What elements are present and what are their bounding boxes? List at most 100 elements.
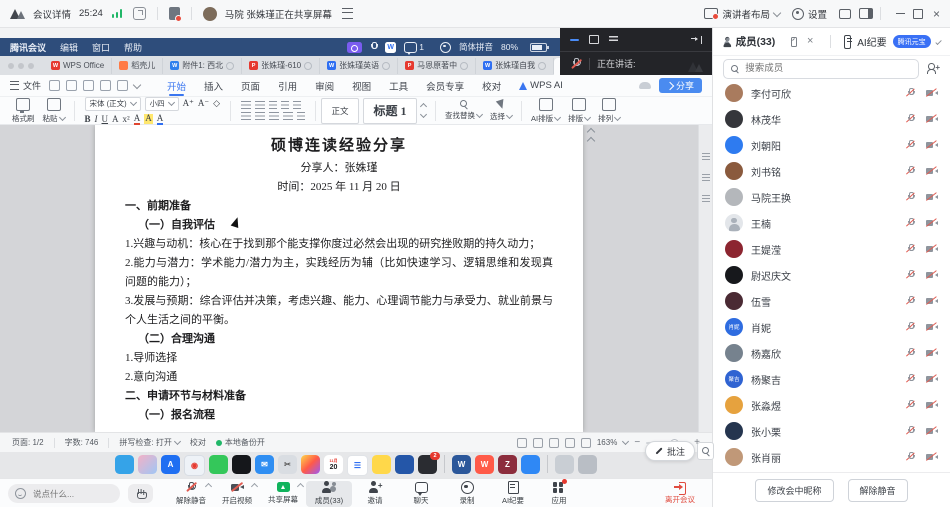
mic-muted-icon[interactable] bbox=[905, 296, 916, 307]
mic-muted-icon[interactable] bbox=[905, 322, 916, 333]
mic-muted-icon[interactable] bbox=[905, 244, 916, 255]
close-panel-icon[interactable]: × bbox=[807, 36, 813, 47]
mic-muted-icon[interactable] bbox=[905, 140, 916, 151]
caret-icon[interactable] bbox=[251, 483, 258, 490]
raise-hand-button[interactable] bbox=[128, 484, 153, 503]
tab-zhang-self[interactable]: W张姝瑾自我 bbox=[476, 58, 554, 74]
mic-muted-icon[interactable] bbox=[905, 452, 916, 463]
dock-launchpad-icon[interactable] bbox=[138, 455, 157, 474]
member-row[interactable]: 杨嘉欣 bbox=[713, 340, 950, 366]
member-row[interactable]: 张小栗 bbox=[713, 418, 950, 444]
ai-typeset-button[interactable]: AI排版 bbox=[531, 98, 560, 124]
chat-button[interactable]: 聊天 bbox=[398, 479, 444, 507]
start-video-button[interactable]: 开启视频 bbox=[214, 479, 260, 507]
leave-meeting-button[interactable]: 离开会议 bbox=[654, 479, 706, 507]
font-color-button[interactable]: A bbox=[134, 114, 141, 125]
italic-button[interactable]: I bbox=[95, 114, 98, 124]
camera-muted-icon[interactable] bbox=[925, 348, 938, 359]
indent-decrease-icon[interactable] bbox=[269, 101, 277, 109]
camera-muted-icon[interactable] bbox=[925, 322, 938, 333]
popout-window-icon[interactable] bbox=[133, 7, 146, 20]
char-shading-button[interactable]: A bbox=[157, 114, 164, 125]
dock-word-icon[interactable]: W bbox=[452, 455, 471, 474]
shared-doc-icon[interactable] bbox=[169, 7, 180, 20]
ribbon-tab-proof[interactable]: 校对 bbox=[482, 75, 501, 96]
side-tool-icon[interactable] bbox=[702, 153, 710, 160]
ai-notes-button[interactable]: AI纪要 bbox=[490, 479, 536, 507]
member-row[interactable]: 马院王换 bbox=[713, 184, 950, 210]
dock-zip-icon[interactable]: Z bbox=[498, 455, 517, 474]
rename-button[interactable]: 修改会中昵称 bbox=[755, 479, 833, 502]
dock-qq-icon[interactable] bbox=[232, 455, 251, 474]
ai-notes-tab[interactable]: AI纪要 bbox=[857, 34, 886, 49]
dock-clouddisk-icon[interactable] bbox=[521, 455, 540, 474]
camera-muted-icon[interactable] bbox=[925, 426, 938, 437]
minimize-button[interactable] bbox=[896, 13, 905, 15]
dock-podcast-icon[interactable]: 2 bbox=[418, 455, 437, 474]
minimize-icon[interactable] bbox=[570, 39, 579, 41]
popout-panel-icon[interactable] bbox=[791, 37, 797, 47]
camera-muted-icon[interactable] bbox=[925, 140, 938, 151]
record-status-icon[interactable] bbox=[440, 42, 451, 53]
more-menu-icon[interactable] bbox=[342, 8, 353, 19]
wps-menubar-icon[interactable]: W bbox=[385, 42, 396, 53]
shrink-font-button[interactable]: A⁻ bbox=[198, 98, 209, 109]
font-name-select[interactable]: 宋体 (正文) bbox=[85, 97, 141, 111]
menu-window[interactable]: 窗口 bbox=[92, 41, 110, 54]
dock-trash-icon[interactable] bbox=[578, 455, 597, 474]
sidebar-toggle-icon[interactable] bbox=[859, 8, 873, 19]
style-normal-box[interactable]: 正文 bbox=[321, 98, 359, 124]
mic-muted-icon[interactable] bbox=[905, 374, 916, 385]
magnifier-button[interactable] bbox=[697, 442, 714, 460]
print-layout-icon[interactable] bbox=[533, 438, 543, 448]
dock-appstore-icon[interactable]: A bbox=[161, 455, 180, 474]
dock-mail-icon[interactable]: ✉ bbox=[255, 455, 274, 474]
unmute-button[interactable]: 解除静音 bbox=[168, 479, 214, 507]
share-screen-button[interactable]: 共享屏幕 bbox=[260, 479, 306, 507]
dock-app-icon[interactable] bbox=[115, 455, 134, 474]
arrange-button[interactable]: 排列 bbox=[598, 98, 620, 124]
member-row[interactable]: 李付可欣 bbox=[713, 80, 950, 106]
superscript-button[interactable]: x² bbox=[123, 114, 130, 124]
caret-icon[interactable] bbox=[205, 483, 212, 490]
document-page[interactable]: 硕博连读经验分享 分享人：张姝瑾 时间：2025 年 11 月 20 日 一、前… bbox=[95, 125, 583, 432]
underline-button[interactable]: U bbox=[102, 114, 109, 124]
ribbon-tab-insert[interactable]: 插入 bbox=[204, 75, 223, 96]
tab-wps-office[interactable]: WWPS Office bbox=[44, 58, 112, 74]
ribbon-tab-reference[interactable]: 引用 bbox=[278, 75, 297, 96]
member-row[interactable]: 王楠 bbox=[713, 210, 950, 236]
font-size-select[interactable]: 小四 bbox=[145, 97, 179, 111]
ribbon-tab-page[interactable]: 页面 bbox=[241, 75, 260, 96]
mic-muted-icon[interactable] bbox=[905, 114, 916, 125]
member-row[interactable]: 张淼煜 bbox=[713, 392, 950, 418]
tab-attachment[interactable]: W附件1: 西北 bbox=[163, 58, 242, 74]
fullscreen-icon[interactable] bbox=[839, 9, 851, 19]
member-row[interactable]: 刘朝阳 bbox=[713, 132, 950, 158]
member-row[interactable]: 林茂华 bbox=[713, 106, 950, 132]
ribbon-tab-view[interactable]: 视图 bbox=[352, 75, 371, 96]
select-button[interactable]: 选择 bbox=[490, 100, 512, 122]
align-left-icon[interactable] bbox=[241, 112, 251, 120]
maximize-button[interactable] bbox=[913, 9, 923, 19]
paste-button[interactable]: 粘贴 bbox=[43, 98, 65, 124]
unmute-all-button[interactable]: 解除静音 bbox=[848, 479, 908, 502]
dock-photos-icon[interactable] bbox=[301, 455, 320, 474]
align-center-icon[interactable] bbox=[255, 112, 265, 120]
quick-chat-input[interactable] bbox=[31, 488, 113, 500]
camera-muted-icon[interactable] bbox=[925, 296, 938, 307]
camera-muted-icon[interactable] bbox=[925, 166, 938, 177]
menu-help[interactable]: 帮助 bbox=[124, 41, 142, 54]
chevron-down-icon[interactable] bbox=[773, 8, 781, 16]
zoom-level[interactable]: 163% bbox=[597, 438, 617, 447]
close-button[interactable]: × bbox=[933, 8, 940, 20]
caret-icon[interactable] bbox=[297, 483, 304, 490]
typeset-button[interactable]: 排版 bbox=[568, 98, 590, 124]
outline-icon[interactable] bbox=[565, 438, 575, 448]
menu-app[interactable]: 腾讯会议 bbox=[10, 41, 46, 54]
mic-muted-icon[interactable] bbox=[905, 400, 916, 411]
ribbon-tab-review[interactable]: 审阅 bbox=[315, 75, 334, 96]
dock-folder-icon[interactable] bbox=[555, 455, 574, 474]
mic-muted-icon[interactable] bbox=[905, 348, 916, 359]
camera-muted-icon[interactable] bbox=[925, 114, 938, 125]
apps-button[interactable]: 应用 bbox=[536, 479, 582, 507]
